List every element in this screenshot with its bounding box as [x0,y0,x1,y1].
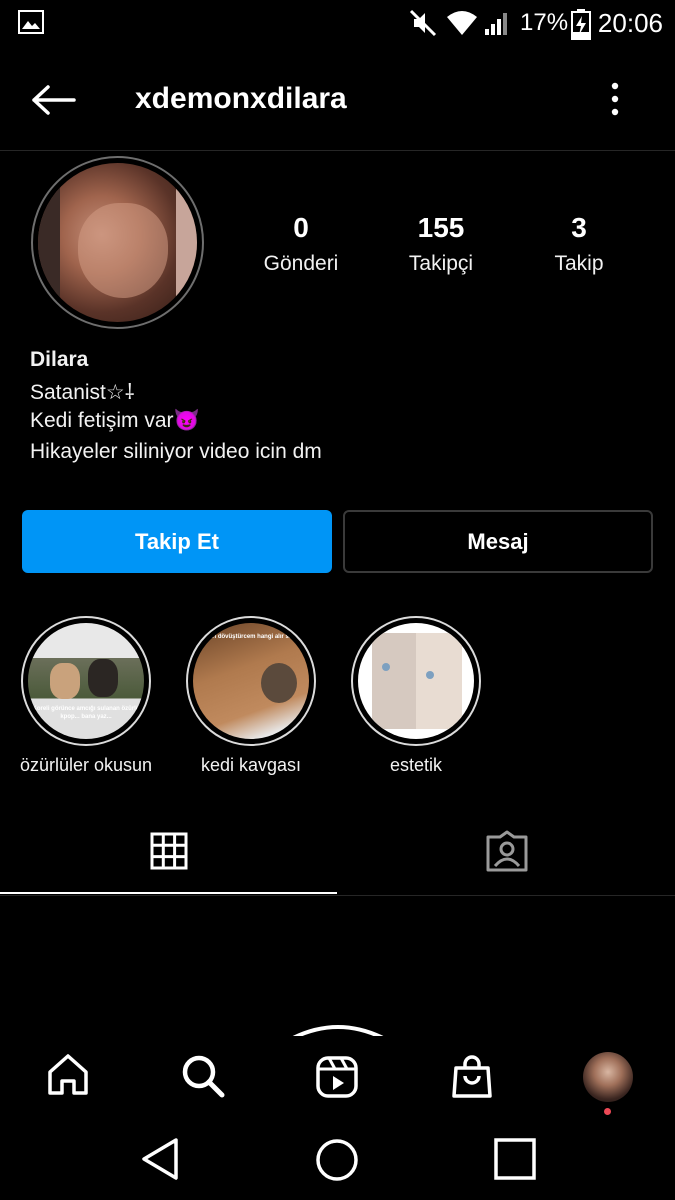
profile-avatar[interactable] [583,1052,633,1102]
home-icon[interactable] [46,1052,90,1096]
status-bar: 17% 20:06 [0,0,675,48]
notification-dot [604,1108,611,1115]
profile-username: xdemonxdilara [135,82,347,115]
highlight-label-2: kedi kavgası [200,755,302,775]
bio-line-1: Satanist☆⸸ [30,381,135,404]
system-home-icon[interactable] [314,1137,360,1183]
message-button[interactable]: Mesaj [343,510,653,573]
followers-label: Takipçi [408,252,474,275]
header-divider [0,150,675,151]
gallery-notification-icon [18,10,44,34]
highlight-1-caption: Koreli görünce amcığı sulanan özürlü kpo… [32,706,140,720]
bio-line-3: Hikayeler siliniyor video icin dm [30,440,322,463]
posts-count: 0 [293,212,309,243]
battery-percent: 17% [520,9,569,36]
system-back-icon[interactable] [140,1137,180,1181]
follow-button[interactable]: Takip Et [22,510,332,573]
system-recents-icon[interactable] [493,1137,537,1181]
highlight-ozurluler-image[interactable]: Koreli görünce amcığı sulanan özürlü kpo… [28,623,144,739]
shop-icon[interactable] [451,1054,493,1100]
tab-divider [0,895,675,896]
profile-name: Dilara [30,348,89,371]
reels-icon[interactable] [315,1055,359,1099]
bio-line-2: Kedi fetişim var😈 [30,409,200,432]
following-count: 3 [571,212,587,243]
tagged-icon[interactable] [485,830,529,872]
signal-icon [485,13,507,35]
highlight-kedi-kavgasi-image[interactable]: dileri dövüştürcem hangi alır sizce [193,623,309,739]
mute-icon [409,9,437,37]
more-options-icon[interactable] [605,80,625,120]
profile-avatar[interactable] [38,163,197,322]
highlight-estetik-image[interactable] [358,623,474,739]
active-tab-indicator [0,892,337,894]
highlight-2-caption: dileri dövüştürcem hangi alır sizce [201,634,301,640]
posts-label: Gönderi [263,252,339,275]
status-time: 20:06 [597,8,663,38]
followers-count: 155 [417,212,465,243]
highlight-label-1: özürlüler okusun [19,755,153,775]
following-label: Takip [554,252,604,275]
highlight-label-3: estetik [389,755,443,775]
grid-icon[interactable] [150,832,188,870]
back-arrow-icon[interactable] [30,84,76,116]
battery-charging-icon [571,9,591,40]
stat-following[interactable]: 3 Takip [509,212,649,276]
stat-posts[interactable]: 0 Gönderi [231,212,371,276]
wifi-icon [447,11,477,35]
search-icon[interactable] [181,1054,225,1098]
stat-followers[interactable]: 155 Takipçi [371,212,511,276]
